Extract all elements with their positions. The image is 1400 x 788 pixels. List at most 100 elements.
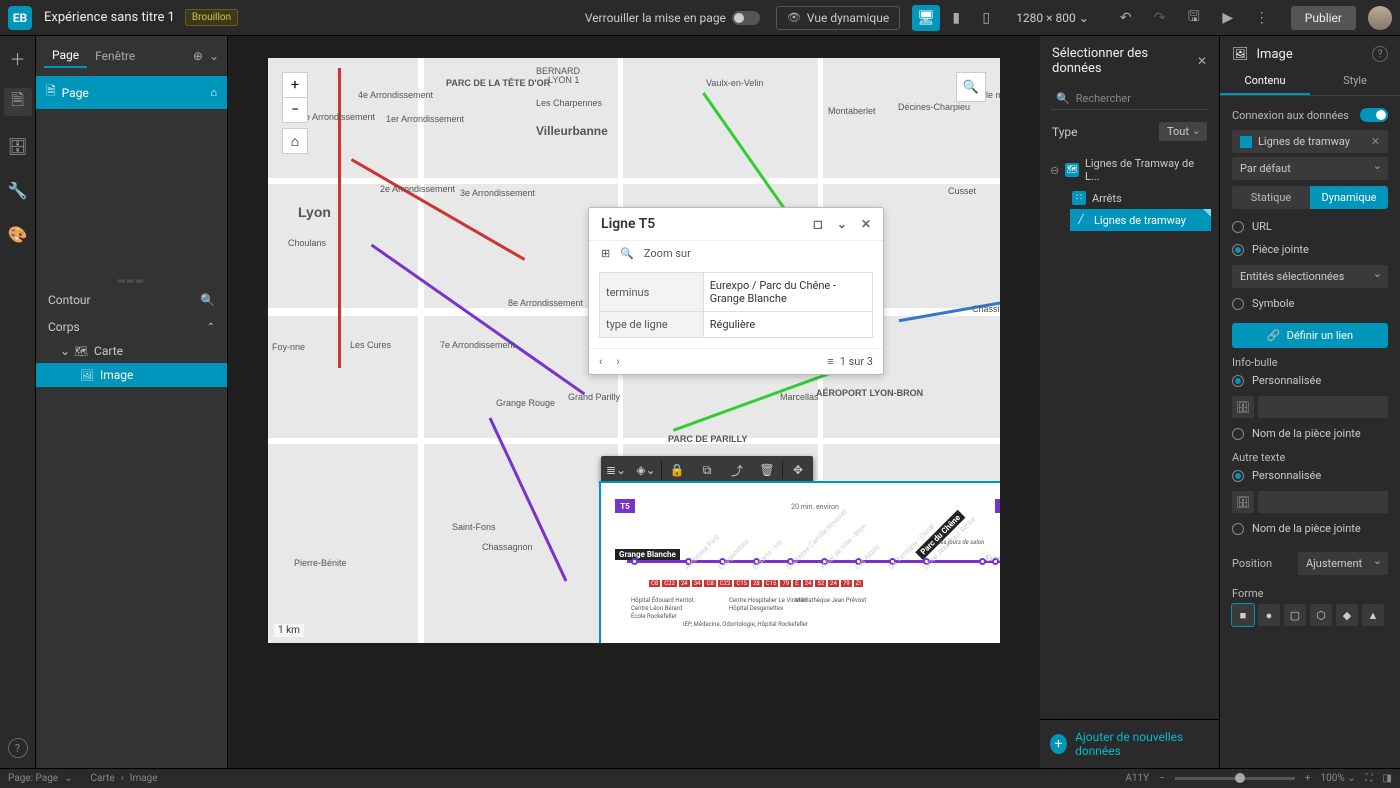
alttext-radio-attachname[interactable]: Nom de la pièce jointe bbox=[1232, 517, 1388, 540]
publish-button[interactable]: Publier bbox=[1291, 6, 1356, 30]
prev-feature-icon[interactable]: ‹ bbox=[599, 355, 602, 368]
app-logo-icon[interactable]: EB bbox=[8, 6, 32, 30]
zoom-to-label[interactable]: Zoom sur bbox=[644, 247, 691, 260]
zoom-value[interactable]: 100% ⌄ bbox=[1321, 773, 1356, 784]
page-list-item[interactable]: 🗎 Page ⌂ bbox=[36, 76, 227, 109]
seg-static[interactable]: Statique bbox=[1232, 186, 1310, 209]
shape-diamond[interactable]: ◆ bbox=[1336, 604, 1358, 626]
set-link-button[interactable]: 🔗Définir un lien bbox=[1232, 323, 1388, 348]
fit-icon[interactable]: ⛶ bbox=[1366, 773, 1373, 784]
search-icon: 🔍 bbox=[1056, 92, 1070, 105]
dock-icon[interactable]: ◻ bbox=[813, 217, 823, 231]
data-node-root[interactable]: ⊖🗺Lignes de Tramway de L... bbox=[1048, 153, 1211, 187]
data-search-input[interactable]: 🔍 Rechercher bbox=[1050, 88, 1209, 110]
canvas-size-label[interactable]: 1280 × 800 ⌄ bbox=[1016, 11, 1089, 25]
lock-layout-toggle[interactable] bbox=[732, 11, 760, 25]
radio-symbol[interactable]: Symbole bbox=[1232, 292, 1388, 315]
zoom-out-status-icon[interactable]: − bbox=[1159, 773, 1165, 784]
entities-select[interactable]: Entités sélectionnées bbox=[1232, 265, 1388, 288]
outline-search-icon[interactable]: 🔍 bbox=[200, 293, 215, 307]
page-item-icon: 🗎 bbox=[46, 82, 56, 103]
arrange-icon[interactable]: ◈⌄ bbox=[631, 456, 661, 484]
tooltip-radio-attachname[interactable]: Nom de la pièce jointe bbox=[1232, 422, 1388, 445]
shape-circle[interactable]: ● bbox=[1258, 604, 1280, 626]
shape-triangle[interactable]: ▲ bbox=[1362, 604, 1384, 626]
canvas[interactable]: BERNARD LYON 1 PARC DE LA TÊTE D'OR 4e A… bbox=[268, 58, 1000, 643]
align-icon[interactable]: ≣⌄ bbox=[601, 456, 631, 484]
home-extent-button[interactable]: ⌂ bbox=[282, 128, 308, 154]
list-icon[interactable]: ≡ bbox=[827, 355, 833, 368]
radio-url[interactable]: URL bbox=[1232, 215, 1388, 238]
experience-title[interactable]: Expérience sans titre 1 bbox=[44, 10, 175, 25]
status-bar: Page: Page⌄ Carte› Image A11Y − + 100% ⌄… bbox=[0, 768, 1400, 788]
view-mode-button[interactable]: Vue dynamique bbox=[776, 6, 900, 30]
breadcrumb[interactable]: Page⌄ Carte› Image bbox=[36, 773, 158, 784]
data-node-stops[interactable]: ∷Arrêts bbox=[1070, 187, 1211, 209]
close-icon[interactable]: ✕ bbox=[861, 217, 871, 231]
map-search-icon[interactable]: 🔍 bbox=[956, 72, 986, 102]
tooltip-radio-custom[interactable]: Personnalisée bbox=[1232, 369, 1388, 392]
more-icon[interactable]: ⋮ bbox=[1249, 5, 1275, 31]
widget-help-icon[interactable]: ? bbox=[1372, 46, 1388, 62]
home-icon: ⌂ bbox=[210, 86, 217, 99]
tooltip-input[interactable]: 🗄 bbox=[1232, 396, 1388, 418]
insert-icon[interactable]: ＋ bbox=[4, 44, 32, 72]
preview-icon[interactable]: ▶ bbox=[1215, 5, 1241, 31]
position-select[interactable]: Ajustement bbox=[1298, 552, 1388, 575]
alttext-input[interactable]: 🗄 bbox=[1232, 491, 1388, 513]
data-connect-toggle[interactable] bbox=[1360, 108, 1388, 122]
page-icon[interactable]: 🗎 bbox=[4, 88, 32, 116]
help-icon[interactable]: ? bbox=[8, 738, 28, 758]
shape-square[interactable]: ■ bbox=[1232, 604, 1254, 626]
shape-rounded[interactable]: ▢ bbox=[1284, 604, 1306, 626]
alttext-radio-custom[interactable]: Personnalisée bbox=[1232, 464, 1388, 487]
tablet-icon[interactable]: ▮ bbox=[942, 5, 970, 31]
export-icon[interactable]: ⤴ bbox=[722, 456, 752, 484]
radio-attachment[interactable]: Pièce jointe bbox=[1232, 238, 1388, 261]
user-avatar[interactable] bbox=[1368, 6, 1392, 30]
data-node-lines[interactable]: ╱Lignes de tramway bbox=[1070, 209, 1211, 231]
zoom-slider[interactable] bbox=[1175, 777, 1295, 780]
delete-icon[interactable]: 🗑 bbox=[752, 456, 782, 484]
tab-page[interactable]: Page bbox=[44, 44, 87, 68]
add-data-button[interactable]: +Ajouter de nouvelles données bbox=[1040, 719, 1219, 768]
chip-remove-icon[interactable]: ✕ bbox=[1371, 135, 1380, 148]
mobile-icon[interactable]: ▯ bbox=[972, 5, 1000, 31]
shape-hexagon[interactable]: ⬡ bbox=[1310, 604, 1332, 626]
data-chip[interactable]: Lignes de tramway✕ bbox=[1232, 130, 1388, 153]
undo-icon[interactable]: ↶ bbox=[1113, 5, 1139, 31]
next-feature-icon[interactable]: › bbox=[616, 355, 619, 368]
close-data-panel-icon[interactable]: ✕ bbox=[1197, 54, 1207, 68]
seg-dynamic[interactable]: Dynamique bbox=[1310, 186, 1388, 209]
zoom-in-button[interactable]: + bbox=[282, 72, 308, 98]
grid-icon[interactable]: ⊞ bbox=[601, 247, 610, 260]
outline-image[interactable]: 🖼Image bbox=[36, 363, 227, 387]
add-page-icon[interactable]: ⊕ bbox=[193, 49, 203, 63]
canvas-area[interactable]: BERNARD LYON 1 PARC DE LA TÊTE D'OR 4e A… bbox=[228, 36, 1040, 768]
utilities-icon[interactable]: 🔧 bbox=[4, 176, 32, 204]
toggle-panel-icon[interactable]: ◨ bbox=[1383, 773, 1392, 784]
zoom-to-icon[interactable]: 🔍 bbox=[620, 247, 634, 260]
outline-map[interactable]: ⌄🗺Carte bbox=[36, 339, 227, 363]
outline-body[interactable]: Corps⌃ bbox=[36, 315, 227, 339]
tab-style[interactable]: Style bbox=[1310, 68, 1400, 95]
tab-content[interactable]: Contenu bbox=[1220, 68, 1310, 95]
type-select[interactable]: Tout bbox=[1159, 122, 1207, 141]
view-select[interactable]: Par défaut bbox=[1232, 157, 1388, 180]
duplicate-icon[interactable]: ⧉ bbox=[692, 456, 722, 484]
panel-resize-handle[interactable]: ═══ bbox=[36, 277, 227, 285]
data-icon[interactable]: 🗄 bbox=[4, 132, 32, 160]
lock-icon[interactable]: 🔒 bbox=[662, 456, 692, 484]
collapse-icon[interactable]: ⌄ bbox=[837, 217, 847, 231]
zoom-in-status-icon[interactable]: + bbox=[1305, 773, 1311, 784]
tab-window[interactable]: Fenêtre bbox=[87, 45, 143, 67]
image-widget[interactable]: T5 T5 20 min. environ Grange Blanche Par… bbox=[601, 483, 1000, 643]
a11y-label[interactable]: A11Y bbox=[1125, 773, 1149, 784]
drag-icon[interactable]: ✥ bbox=[783, 456, 813, 484]
save-icon[interactable]: 🖫 bbox=[1181, 5, 1207, 31]
desktop-icon[interactable]: 🖥 bbox=[912, 5, 940, 31]
zoom-out-button[interactable]: − bbox=[282, 97, 308, 123]
page-menu-icon[interactable]: ⌄ bbox=[209, 49, 219, 63]
theme-icon[interactable]: 🎨 bbox=[4, 220, 32, 248]
redo-icon[interactable]: ↷ bbox=[1147, 5, 1173, 31]
